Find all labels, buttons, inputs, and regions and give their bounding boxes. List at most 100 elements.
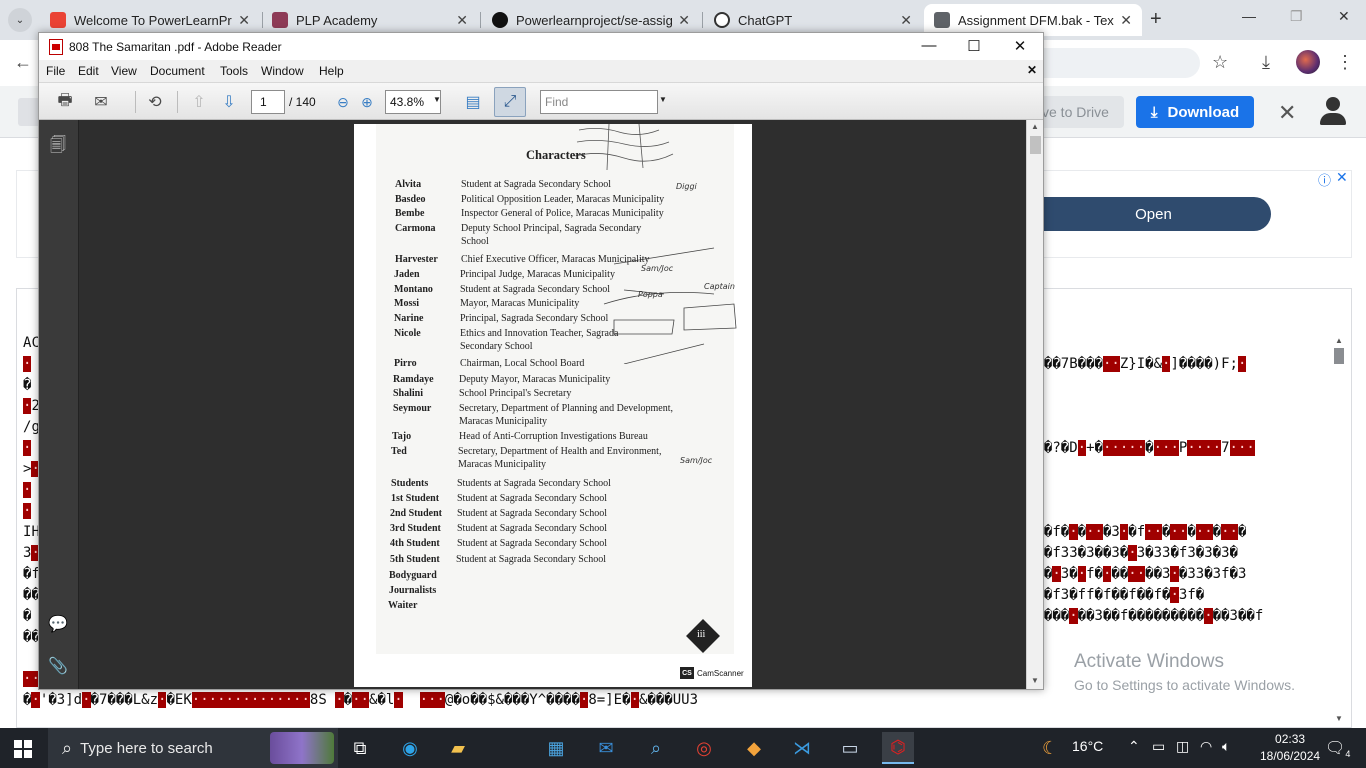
- adobe-reader-taskbar-icon[interactable]: ⌬: [882, 732, 914, 764]
- clock-date: 18/06/2024: [1260, 749, 1321, 763]
- temperature[interactable]: 16°C: [1072, 738, 1103, 754]
- battery-icon[interactable]: ▭: [1152, 738, 1165, 755]
- user-account-icon[interactable]: [1318, 94, 1348, 128]
- character-role: School Principal's Secretary: [459, 388, 572, 399]
- game-app-icon[interactable]: ◆: [738, 732, 770, 764]
- handwritten-note: Captain: [704, 282, 735, 291]
- reader-close-icon[interactable]: ✕: [1005, 37, 1035, 55]
- ad-close-icon[interactable]: ✕: [1336, 169, 1348, 186]
- activate-windows-title: Activate Windows: [1074, 651, 1224, 672]
- character-role-continued: Secondary School: [460, 341, 533, 352]
- character-name: 3rd Student: [390, 523, 441, 534]
- save-to-drive-button[interactable]: ve to Drive: [1040, 96, 1124, 128]
- zoom-in-icon[interactable]: ⊕: [353, 89, 381, 115]
- character-role: Students at Sagrada Secondary School: [457, 478, 611, 489]
- close-tab-icon[interactable]: ✕: [456, 12, 468, 29]
- find-input[interactable]: Find: [540, 90, 658, 114]
- character-row: Jaden Principal Judge, Maracas Municipali…: [354, 269, 752, 282]
- pdf-icon: [49, 38, 63, 55]
- wifi-icon[interactable]: ◠: [1200, 738, 1212, 755]
- fit-width-icon[interactable]: ⤢: [494, 87, 526, 117]
- search-icon: ⌕: [62, 737, 73, 758]
- file-explorer-icon[interactable]: ▰: [442, 732, 474, 764]
- page-number-input[interactable]: 1: [251, 90, 285, 114]
- previous-page-icon[interactable]: ⇧: [185, 89, 213, 115]
- restore-icon[interactable]: ❐: [1290, 8, 1303, 25]
- notification-center-icon[interactable]: 🗨︎4: [1325, 738, 1350, 759]
- new-tab-button[interactable]: +: [1150, 8, 1162, 31]
- bookmark-star-icon[interactable]: ☆: [1212, 52, 1228, 73]
- attachments-icon[interactable]: 📎: [48, 656, 68, 676]
- menu-file[interactable]: File: [46, 64, 65, 78]
- tab-list-button[interactable]: ⌄: [8, 8, 32, 32]
- back-arrow-icon[interactable]: ←: [14, 52, 32, 73]
- fit-page-icon[interactable]: ▤: [459, 89, 487, 115]
- chatgpt-icon: [714, 12, 730, 28]
- print-icon[interactable]: 🖶: [51, 89, 79, 115]
- profile-avatar[interactable]: [1296, 50, 1320, 74]
- character-role-continued: Maracas Municipality: [459, 416, 548, 427]
- task-view-icon[interactable]: ⧉: [344, 732, 376, 764]
- reader-maximize-icon[interactable]: ☐: [959, 37, 989, 55]
- document-scrollbar[interactable]: ▲ ▼: [1026, 120, 1043, 689]
- next-page-icon[interactable]: ⇩: [215, 89, 243, 115]
- collaborate-icon[interactable]: ⟲: [141, 89, 169, 115]
- character-row: Journalists: [354, 585, 752, 598]
- character-row: Ramdaye Deputy Mayor, Maracas Municipalit…: [354, 374, 752, 387]
- store-icon[interactable]: ▦: [540, 732, 572, 764]
- volume-icon[interactable]: 🔈︎: [1222, 738, 1230, 755]
- lavender-widget-icon[interactable]: [270, 732, 334, 764]
- character-name: Carmona: [395, 223, 436, 234]
- navigation-pane: 🗐 💬 📎: [39, 120, 79, 689]
- zoom-dropdown-icon[interactable]: ▼: [433, 95, 441, 104]
- pages-panel-icon[interactable]: 🗐: [48, 134, 68, 154]
- ad-open-button[interactable]: Open: [1016, 197, 1271, 231]
- remote-desktop-icon[interactable]: ▭: [834, 732, 866, 764]
- chrome-icon[interactable]: ◎: [688, 732, 720, 764]
- menu-help[interactable]: Help: [319, 64, 344, 78]
- close-tab-icon[interactable]: ✕: [1120, 12, 1132, 29]
- minimize-icon[interactable]: —: [1242, 8, 1256, 24]
- adobe-reader-window: 808 The Samaritan .pdf - Adobe Reader — …: [38, 32, 1044, 690]
- character-row: Montano Student at Sagrada Secondary Scho…: [354, 284, 752, 297]
- meet-now-icon[interactable]: ◫: [1176, 738, 1189, 755]
- ad-info-icon[interactable]: ⓘ: [1318, 170, 1331, 189]
- reader-minimize-icon[interactable]: —: [914, 37, 944, 54]
- close-tab-icon[interactable]: ✕: [678, 12, 690, 29]
- character-name: Seymour: [393, 403, 432, 414]
- character-name: Journalists: [389, 585, 437, 596]
- menu-tools[interactable]: Tools: [220, 64, 248, 78]
- downloads-icon[interactable]: ⤓: [1262, 52, 1270, 73]
- menu-window[interactable]: Window: [261, 64, 304, 78]
- address-bar[interactable]: [1040, 48, 1200, 78]
- close-tab-icon[interactable]: ✕: [238, 12, 250, 29]
- plp-icon: [272, 12, 288, 28]
- weather-moon-icon[interactable]: ☾: [1042, 738, 1058, 759]
- windows-start-icon[interactable]: [14, 740, 32, 758]
- download-icon: ⤓: [1150, 103, 1158, 121]
- comments-icon[interactable]: 💬: [48, 614, 68, 634]
- character-name: Jaden: [394, 269, 420, 280]
- magnifier-app-icon[interactable]: ⌕: [640, 732, 672, 764]
- mail-icon[interactable]: ✉: [590, 732, 622, 764]
- menu-view[interactable]: View: [111, 64, 137, 78]
- edge-icon[interactable]: ◉: [394, 732, 426, 764]
- share-icon[interactable]: ✉: [87, 89, 115, 115]
- close-window-icon[interactable]: ✕: [1338, 8, 1350, 25]
- close-icon[interactable]: ✕: [1278, 100, 1296, 126]
- browser-menu-icon[interactable]: ⋮: [1336, 52, 1354, 73]
- document-close-icon[interactable]: ✕: [1027, 63, 1037, 77]
- vscode-icon[interactable]: ⋊: [786, 732, 818, 764]
- menu-edit[interactable]: Edit: [78, 64, 99, 78]
- menu-document[interactable]: Document: [150, 64, 205, 78]
- character-role: Deputy School Principal, Sagrada Seconda…: [461, 223, 642, 234]
- show-hidden-icons-icon[interactable]: ⌃: [1128, 738, 1140, 755]
- system-clock[interactable]: 02:33 18/06/2024: [1260, 731, 1320, 765]
- close-tab-icon[interactable]: ✕: [900, 12, 912, 29]
- download-button[interactable]: ⤓ Download: [1136, 96, 1254, 128]
- find-dropdown-icon[interactable]: ▼: [659, 95, 667, 104]
- character-row: Students Students at Sagrada Secondary Sc…: [354, 478, 752, 491]
- character-name: Ramdaye: [393, 374, 434, 385]
- text-scrollbar[interactable]: ▲ ▼: [1332, 336, 1348, 726]
- tab-separator: [480, 12, 481, 28]
